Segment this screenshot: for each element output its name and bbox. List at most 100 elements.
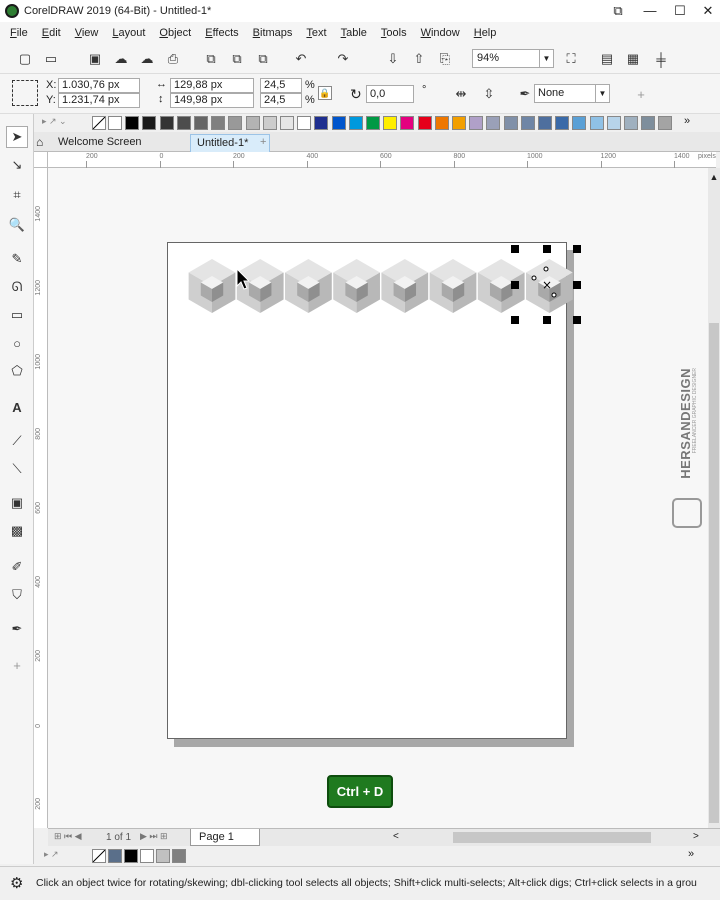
drawing-canvas[interactable]: × <box>48 168 708 828</box>
color-swatch[interactable] <box>228 116 243 130</box>
menu-help[interactable]: Help <box>474 27 497 39</box>
object-origin-icon[interactable] <box>12 80 38 106</box>
horizontal-ruler[interactable]: 200 0 200 400 600 800 1000 1200 1400 pixels <box>48 152 716 168</box>
parallel-dimension-tool-icon[interactable]: ⟋ <box>6 430 28 452</box>
eyedropper-tool-icon[interactable]: ✐ <box>6 556 28 578</box>
smart-fill-tool-icon[interactable]: ✒ <box>6 618 28 640</box>
full-screen-icon[interactable]: ⛶ <box>562 50 580 68</box>
document-color-swatch[interactable] <box>108 849 122 863</box>
publish-pdf-icon[interactable]: ⎘ <box>436 50 454 68</box>
document-color-swatch[interactable] <box>140 849 154 863</box>
selection-handle-group[interactable]: × <box>511 245 581 324</box>
add-tab-button[interactable]: + <box>254 134 272 152</box>
save-icon[interactable]: ▣ <box>86 50 104 68</box>
height-field[interactable]: 149,98 px <box>170 93 254 108</box>
color-swatch[interactable] <box>297 116 312 130</box>
color-swatch[interactable] <box>142 116 157 130</box>
menu-window[interactable]: Window <box>421 27 460 39</box>
minimize-window-button[interactable]: — <box>636 1 664 21</box>
document-palette-scroll-icon[interactable]: » <box>688 848 694 860</box>
print-icon[interactable]: ⎙ <box>164 50 182 68</box>
zoom-tool-icon[interactable]: 🔍 <box>6 214 28 236</box>
crop-tool-icon[interactable]: ⌗ <box>6 184 28 206</box>
shape-tool-icon[interactable]: ↘ <box>6 154 28 176</box>
menu-view[interactable]: View <box>75 27 99 39</box>
color-swatch[interactable] <box>434 116 449 130</box>
menu-object[interactable]: Object <box>159 27 191 39</box>
paste-icon[interactable]: ⧉ <box>254 50 272 68</box>
color-swatch[interactable] <box>159 116 174 130</box>
color-swatch[interactable] <box>331 116 346 130</box>
interactive-fill-tool-icon[interactable]: ⛉ <box>6 584 28 606</box>
palette-options-icon[interactable]: ▸ ↗ ⌄ <box>42 116 67 127</box>
document-color-swatch[interactable] <box>172 849 186 863</box>
scroll-right-icon[interactable]: > <box>693 831 699 842</box>
width-field[interactable]: 129,88 px <box>170 78 254 93</box>
ellipse-tool-icon[interactable]: ○ <box>6 332 28 354</box>
menu-effects[interactable]: Effects <box>205 27 238 39</box>
first-page-icon[interactable]: ⊞ ⏮ ◀ <box>54 831 82 842</box>
export-icon[interactable]: ⇧ <box>410 50 428 68</box>
polygon-tool-icon[interactable]: ⬠ <box>6 360 28 382</box>
outline-width-select[interactable]: None ▼ <box>534 84 610 103</box>
drop-shadow-tool-icon[interactable]: ▣ <box>6 492 28 514</box>
color-swatch[interactable] <box>486 116 501 130</box>
no-fill-swatch[interactable] <box>92 116 106 130</box>
selection-handles[interactable]: × <box>48 168 708 828</box>
color-swatch[interactable] <box>538 116 552 130</box>
menu-file[interactable]: File <box>10 27 28 39</box>
color-swatch[interactable] <box>366 116 380 130</box>
color-swatch[interactable] <box>520 116 535 130</box>
settings-gear-icon[interactable]: ⚙ <box>10 874 23 892</box>
menu-layout[interactable]: Layout <box>112 27 145 39</box>
menu-tools[interactable]: Tools <box>381 27 407 39</box>
y-position-field[interactable]: 1.231,74 px <box>58 93 140 108</box>
color-swatch[interactable] <box>176 116 191 130</box>
new-document-icon[interactable]: ▢ <box>16 50 34 68</box>
close-button[interactable]: ✕ <box>694 1 720 21</box>
mirror-vertical-icon[interactable]: ⇳ <box>480 85 498 103</box>
artistic-media-tool-icon[interactable]: ᘏ <box>6 276 28 298</box>
document-color-swatch[interactable] <box>124 849 138 863</box>
x-position-field[interactable]: 1.030,76 px <box>58 78 140 93</box>
freehand-tool-icon[interactable]: ✎ <box>6 248 28 270</box>
color-swatch[interactable] <box>348 116 363 130</box>
copy-icon[interactable]: ⧉ <box>228 50 246 68</box>
no-fill-swatch[interactable] <box>92 849 106 863</box>
vertical-ruler[interactable]: 1400 1200 1000 800 600 400 200 0 200 <box>34 168 48 828</box>
guidelines-icon[interactable]: ╪ <box>652 50 670 68</box>
color-swatch[interactable] <box>400 116 415 130</box>
color-swatch[interactable] <box>194 116 208 130</box>
rotation-angle-field[interactable]: 0,0 <box>366 85 414 103</box>
add-icon[interactable]: + <box>632 85 650 103</box>
scale-height-field[interactable]: 24,5 <box>260 93 302 108</box>
rulers-icon[interactable]: ▤ <box>598 50 616 68</box>
last-page-icon[interactable]: ▶ ⏭ ⊞ <box>140 831 168 842</box>
color-swatch[interactable] <box>572 116 587 130</box>
color-swatch[interactable] <box>262 116 277 130</box>
scale-width-field[interactable]: 24,5 <box>260 78 302 93</box>
redo-icon[interactable]: ↷ <box>334 50 352 68</box>
lock-ratio-icon[interactable]: 🔒 <box>318 86 332 100</box>
palette-scroll-icon[interactable]: » <box>684 115 690 127</box>
color-swatch[interactable] <box>606 116 621 130</box>
text-tool-icon[interactable]: A <box>6 396 28 418</box>
color-swatch[interactable] <box>383 116 398 130</box>
color-swatch[interactable] <box>211 116 226 130</box>
connector-tool-icon[interactable]: ⟍ <box>6 458 28 480</box>
menu-text[interactable]: Text <box>306 27 326 39</box>
menu-edit[interactable]: Edit <box>42 27 61 39</box>
horizontal-scrollbar-thumb[interactable] <box>453 832 651 843</box>
zoom-level-select[interactable]: 94% ▼ <box>472 49 554 68</box>
color-swatch[interactable] <box>125 116 140 130</box>
color-swatch[interactable] <box>658 116 673 130</box>
scroll-left-icon[interactable]: < <box>393 831 399 842</box>
document-palette-options-icon[interactable]: ▸ ↗ <box>44 849 59 860</box>
tab-page-1[interactable]: Page 1 <box>190 829 260 846</box>
color-swatch[interactable] <box>641 116 656 130</box>
color-swatch[interactable] <box>417 116 432 130</box>
open-folder-icon[interactable]: ▭ <box>42 50 60 68</box>
menu-bitmaps[interactable]: Bitmaps <box>253 27 293 39</box>
color-swatch[interactable] <box>589 116 604 130</box>
vertical-scrollbar-thumb[interactable] <box>709 323 719 823</box>
